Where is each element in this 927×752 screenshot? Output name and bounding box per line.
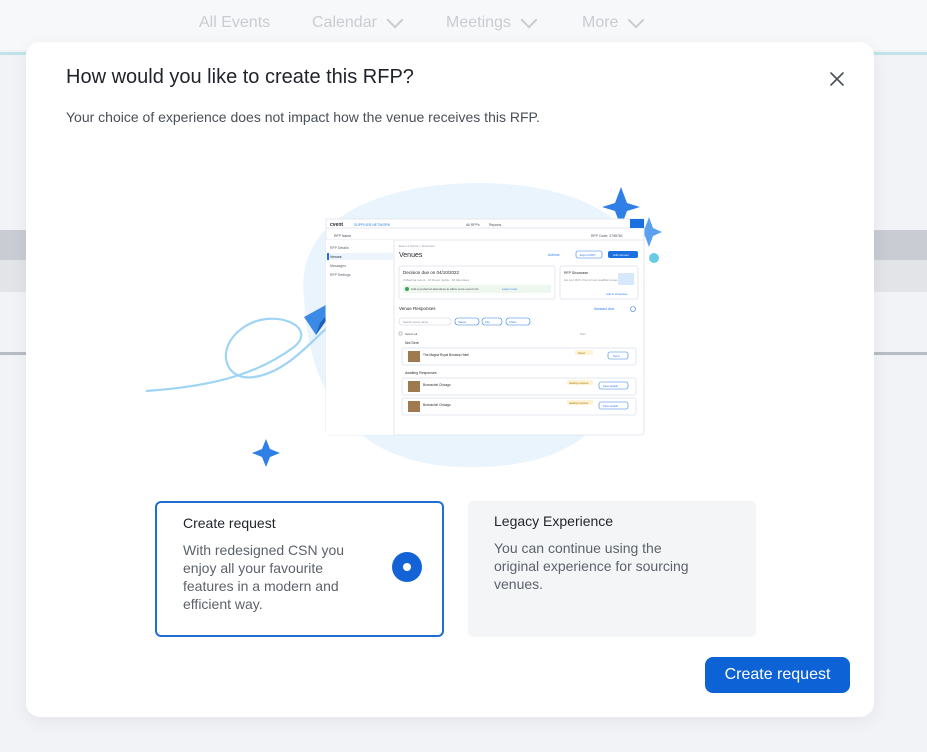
option-create-title: Create request — [183, 515, 276, 531]
mock-menu-item: Venues — [330, 255, 342, 259]
option-legacy-experience[interactable]: Legacy Experience You can continue using… — [468, 501, 756, 637]
mock-banner: Add a preferred attendees to allow more … — [411, 287, 479, 291]
mock-top-link: Reports — [489, 223, 502, 227]
nav-meetings-label: Meetings — [446, 14, 511, 31]
paper-plane-trail — [145, 317, 335, 393]
mock-venue-name: Bonnachel Chicago — [423, 383, 451, 387]
sparkle-dot — [649, 253, 659, 263]
mock-rfp-code: RFP Code: 2798761 — [591, 234, 623, 238]
nav-calendar[interactable]: Calendar — [312, 11, 404, 32]
mock-filter: Chain — [509, 320, 517, 324]
option-legacy-description: You can continue using the original expe… — [494, 540, 689, 592]
background-band — [874, 260, 927, 292]
mock-decision-meta: 3 Meeting rooms · 16 Room nights · 18 At… — [403, 278, 470, 282]
mock-venue-name: The Magna Royal Bonavia Hotel — [423, 353, 469, 357]
mock-filter: Status — [458, 320, 467, 324]
background-band — [0, 230, 26, 260]
background-accent-line — [874, 52, 927, 55]
mock-app-screen: cvent SUPPLIER NETWORK All RFPs Reports … — [325, 218, 645, 436]
mock-filter: City — [485, 320, 490, 324]
mock-rfp-name: RFP Name — [334, 234, 351, 238]
mock-menu-item: RFP Details — [330, 246, 349, 250]
mock-actions: Actions — [548, 253, 560, 257]
mock-top-link: All RFPs — [466, 223, 480, 227]
background-accent-line — [0, 52, 26, 55]
modal-subtitle: Your choice of experience does not impac… — [66, 109, 540, 125]
option-create-request[interactable]: Create request With redesigned CSN you e… — [155, 501, 444, 637]
mock-filter: Search venue name — [403, 320, 428, 324]
mock-venue-badge: Saved — [578, 352, 585, 355]
nav-calendar-label: Calendar — [312, 14, 377, 31]
background-divider — [0, 352, 26, 355]
mock-breadcrumb: Event 1 Venue > Overview — [399, 244, 435, 248]
nav-all-events-label: All Events — [199, 14, 271, 31]
mock-venue-badge: Awaiting response — [569, 382, 589, 385]
chevron-down-icon — [520, 11, 538, 29]
nav-more-label: More — [582, 14, 619, 31]
chevron-down-icon — [386, 11, 404, 29]
background-divider — [874, 352, 927, 355]
mock-group-name: Not Sent — [405, 341, 419, 345]
mock-venue-name: Bonnachel Chicago — [423, 403, 451, 407]
mock-showcase-text: Get your RFP in front of more qualified … — [564, 278, 618, 282]
mock-page-heading: Venues — [399, 252, 423, 259]
create-rfp-modal: How would you like to create this RFP? Y… — [26, 42, 874, 717]
mock-standard-view: Standard view — [594, 307, 615, 311]
mock-group-name: Awaiting Responses — [405, 371, 437, 375]
selected-radio-icon[interactable] — [392, 552, 422, 582]
mock-decision: Decision due on 04/10/2022 — [403, 270, 460, 275]
mock-venue-button: View details — [603, 384, 618, 388]
mock-showcase-link: Add to showcase — [606, 292, 628, 296]
chevron-down-icon — [627, 11, 645, 29]
mock-showcase-title: RFP Showcase — [564, 271, 588, 275]
mock-venue-badge: Awaiting response — [569, 402, 589, 405]
modal-title: How would you like to create this RFP? — [66, 66, 414, 88]
option-legacy-title: Legacy Experience — [494, 513, 614, 529]
mock-venue-button: Send — [613, 354, 620, 358]
close-icon[interactable] — [828, 70, 846, 88]
create-request-button[interactable]: Create request — [705, 657, 850, 693]
mock-select-all: Select all — [405, 332, 418, 336]
nav-all-events[interactable]: All Events — [199, 14, 270, 32]
background-band — [874, 230, 927, 260]
mock-add-venues: Add venues — [613, 253, 629, 257]
mock-brand: cvent — [330, 222, 343, 228]
mock-responses-heading: Venue Responses — [399, 306, 436, 311]
nav-meetings[interactable]: Meetings — [446, 11, 538, 32]
mock-export: Export RFP — [580, 253, 596, 257]
nav-more[interactable]: More — [582, 11, 645, 32]
mock-venue-button: View details — [603, 404, 618, 408]
background-band — [0, 260, 26, 292]
mock-sort: Sort — [580, 332, 586, 336]
mock-network-label: SUPPLIER NETWORK — [354, 223, 391, 227]
mock-banner-link: Learn more — [502, 287, 518, 291]
mock-menu-item: RFP Settings — [330, 273, 351, 277]
sparkle-icon — [252, 439, 280, 467]
mock-menu-item: Messages — [330, 264, 346, 268]
option-create-description: With redesigned CSN you enjoy all your f… — [183, 542, 345, 612]
rfp-illustration: cvent SUPPLIER NETWORK All RFPs Reports … — [144, 177, 704, 477]
